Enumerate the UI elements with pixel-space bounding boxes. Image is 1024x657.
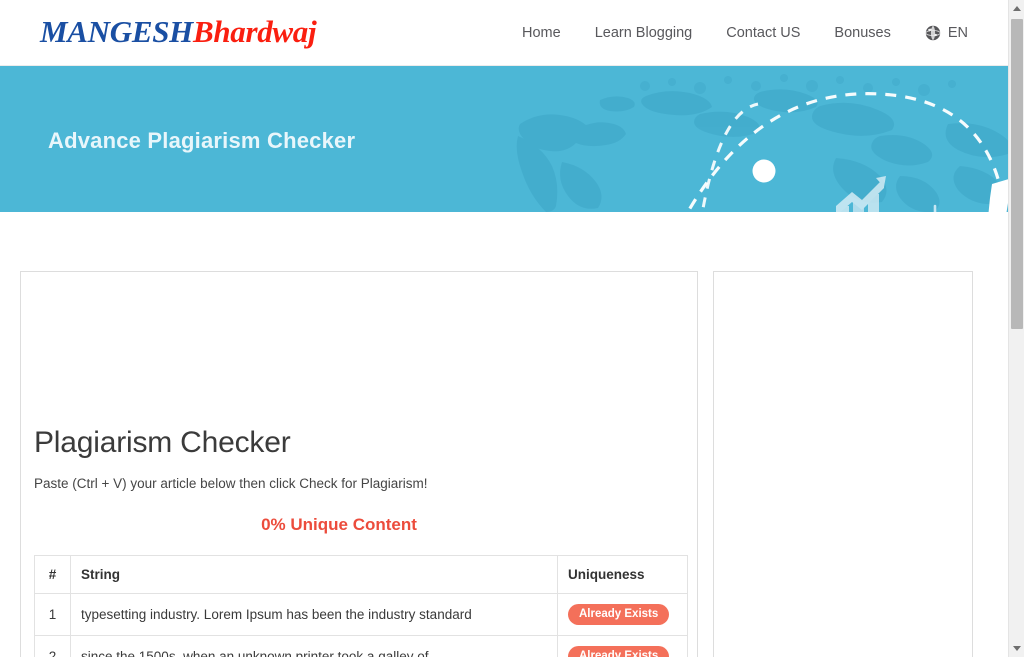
hero-title: Advance Plagiarism Checker <box>48 128 356 153</box>
nav-item-home[interactable]: Home <box>505 19 578 47</box>
table-header-row: # String Uniqueness <box>34 555 688 594</box>
logo-text-first: MANGESH <box>40 14 193 49</box>
page-subtitle: Paste (Ctrl + V) your article below then… <box>34 476 428 491</box>
unique-content-status: 0% Unique Content <box>261 515 417 534</box>
hero-banner: Advance Plagiarism Checker <box>0 66 1008 212</box>
browser-scrollbar[interactable] <box>1008 0 1024 657</box>
nav-item-contact-us[interactable]: Contact US <box>709 19 817 47</box>
paper-plane-icon <box>988 179 1008 212</box>
column-header-number: # <box>34 555 71 594</box>
sidebar-ad-panel <box>713 271 973 657</box>
scrollbar-thumb[interactable] <box>1011 19 1023 329</box>
row-uniqueness-cell: Already Exists <box>557 593 688 636</box>
results-table: # String Uniqueness 1 typesetting indust… <box>34 555 688 657</box>
row-string: since the 1500s, when an unknown printer… <box>70 635 558 657</box>
table-row: 1 typesetting industry. Lorem Ipsum has … <box>34 593 688 636</box>
dashed-arc-outer <box>686 92 1006 212</box>
nav-item-bonuses[interactable]: Bonuses <box>817 19 907 47</box>
row-string: typesetting industry. Lorem Ipsum has be… <box>70 593 558 636</box>
scroll-down-arrow[interactable] <box>1009 640 1024 657</box>
content-area: Plagiarism Checker Paste (Ctrl + V) your… <box>0 212 1008 657</box>
language-label: EN <box>947 25 968 41</box>
status-badge: Already Exists <box>568 646 670 657</box>
page-title: Plagiarism Checker <box>34 426 291 459</box>
row-uniqueness-cell: Already Exists <box>557 635 688 657</box>
logo-text-second: Bhardwaj <box>192 14 317 49</box>
site-logo[interactable]: MANGESHBhardwaj <box>40 11 317 53</box>
nav-item-learn-blogging[interactable]: Learn Blogging <box>578 19 710 47</box>
page-viewport: MANGESHBhardwaj Home Learn Blogging Cont… <box>0 0 1008 657</box>
column-header-string: String <box>70 555 558 594</box>
language-selector[interactable]: EN <box>908 19 982 47</box>
white-dot-marker <box>752 159 776 183</box>
globe-icon <box>925 25 941 41</box>
row-number: 2 <box>34 635 71 657</box>
table-row: 2 since the 1500s, when an unknown print… <box>34 635 688 657</box>
browser-page: MANGESHBhardwaj Home Learn Blogging Cont… <box>0 0 1024 657</box>
bar-chart-icon <box>836 176 886 212</box>
status-badge: Already Exists <box>568 604 670 625</box>
column-header-uniqueness: Uniqueness <box>557 555 688 594</box>
site-header: MANGESHBhardwaj Home Learn Blogging Cont… <box>0 0 1008 66</box>
plagiarism-checker-panel: Plagiarism Checker Paste (Ctrl + V) your… <box>20 271 698 657</box>
scroll-up-arrow[interactable] <box>1009 0 1024 17</box>
row-number: 1 <box>34 593 71 636</box>
main-navigation: Home Learn Blogging Contact US Bonuses E… <box>505 0 982 66</box>
